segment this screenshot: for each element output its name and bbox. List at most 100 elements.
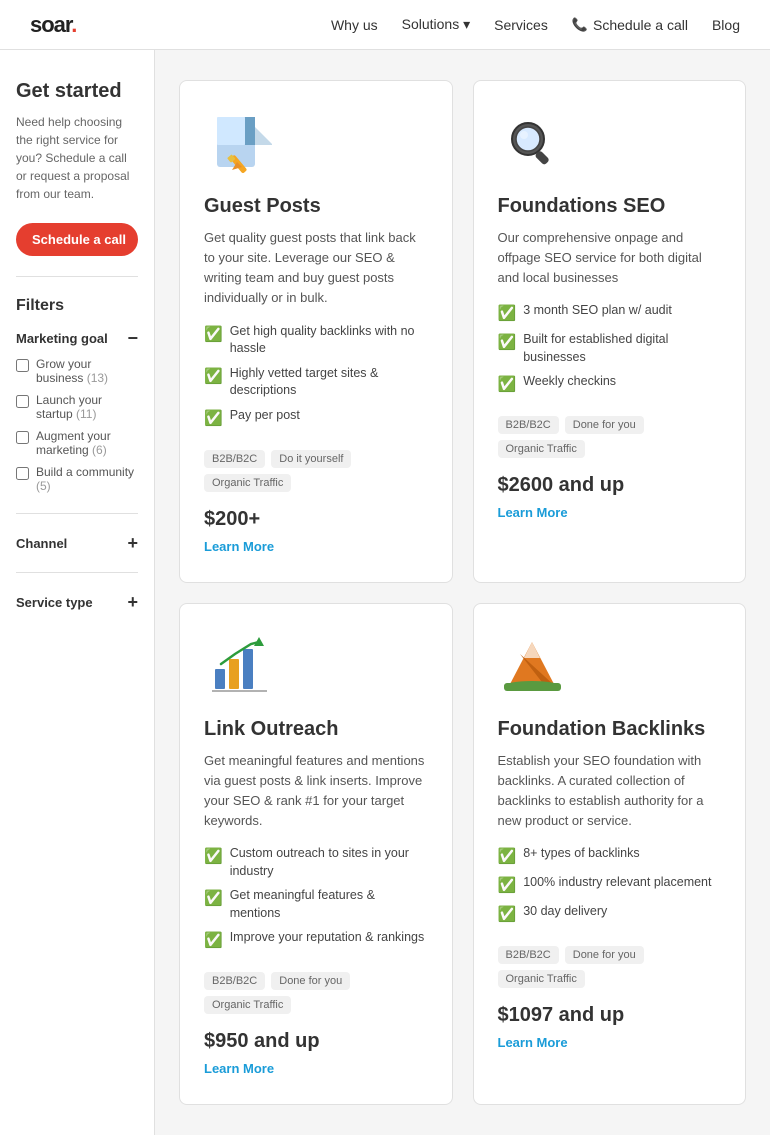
foundation-backlinks-features: ✅8+ types of backlinks ✅100% industry re… — [498, 845, 722, 932]
foundations-seo-feature-3: ✅Weekly checkins — [498, 373, 722, 395]
check-icon-6: ✅ — [498, 374, 517, 395]
nav-blog[interactable]: Blog — [712, 17, 740, 33]
link-outreach-desc: Get meaningful features and mentions via… — [204, 751, 428, 832]
nav-schedule-call[interactable]: 📞 Schedule a call — [572, 17, 688, 33]
nav: Why us Solutions ▾ Services 📞 Schedule a… — [331, 16, 740, 33]
card-link-outreach: Link Outreach Get meaningful features an… — [179, 603, 453, 1106]
guest-posts-desc: Get quality guest posts that link back t… — [204, 228, 428, 309]
link-outreach-feature-1: ✅Custom outreach to sites in your indust… — [204, 845, 428, 880]
filter-service-type-header[interactable]: Service type + — [16, 593, 138, 611]
foundation-backlinks-learn-more[interactable]: Learn More — [498, 1035, 722, 1050]
tag-organic-3: Organic Traffic — [204, 996, 291, 1014]
nav-schedule-label: Schedule a call — [593, 17, 688, 33]
filter-marketing-goal: Marketing goal − Grow your business (13)… — [16, 329, 138, 493]
sidebar-description: Need help choosing the right service for… — [16, 113, 138, 203]
tag-b2b-4: B2B/B2C — [498, 946, 559, 964]
filter-checkbox-grow[interactable] — [16, 359, 29, 372]
filter-label-grow: Grow your business (13) — [36, 357, 138, 385]
nav-solutions[interactable]: Solutions ▾ — [402, 16, 471, 33]
tag-b2b-3: B2B/B2C — [204, 972, 265, 990]
foundations-seo-price: $2600 and up — [498, 474, 722, 497]
card-guest-posts: Guest Posts Get quality guest posts that… — [179, 80, 453, 583]
check-icon-7: ✅ — [204, 846, 223, 867]
sidebar: Get started Need help choosing the right… — [0, 50, 155, 1135]
nav-services[interactable]: Services — [494, 17, 548, 33]
filter-option-community[interactable]: Build a community (5) — [16, 465, 138, 493]
foundations-seo-icon — [498, 109, 568, 179]
tag-done-for-you-2: Done for you — [565, 416, 644, 434]
check-icon-9: ✅ — [204, 930, 223, 951]
cards-grid: Guest Posts Get quality guest posts that… — [179, 80, 746, 1105]
link-outreach-learn-more[interactable]: Learn More — [204, 1061, 428, 1076]
phone-icon: 📞 — [572, 17, 588, 33]
tag-diy: Do it yourself — [271, 450, 351, 468]
foundation-backlinks-title: Foundation Backlinks — [498, 718, 722, 741]
foundation-backlinks-feature-3: ✅30 day delivery — [498, 903, 722, 925]
link-outreach-feature-3: ✅Improve your reputation & rankings — [204, 929, 428, 951]
check-icon-3: ✅ — [204, 408, 223, 429]
filter-checkbox-community[interactable] — [16, 467, 29, 480]
foundations-seo-features: ✅3 month SEO plan w/ audit ✅Built for es… — [498, 302, 722, 402]
filter-checkbox-augment[interactable] — [16, 431, 29, 444]
get-started-title: Get started — [16, 80, 138, 103]
tag-done-for-you-3: Done for you — [271, 972, 350, 990]
tag-done-for-you-4: Done for you — [565, 946, 644, 964]
foundation-backlinks-tags: B2B/B2C Done for you Organic Traffic — [498, 946, 722, 988]
filter-option-launch[interactable]: Launch your startup (11) — [16, 393, 138, 421]
check-icon-11: ✅ — [498, 875, 517, 896]
schedule-call-button[interactable]: Schedule a call — [16, 223, 138, 256]
foundation-backlinks-feature-1: ✅8+ types of backlinks — [498, 845, 722, 867]
divider-2 — [16, 513, 138, 514]
filter-option-augment[interactable]: Augment your marketing (6) — [16, 429, 138, 457]
check-icon-4: ✅ — [498, 303, 517, 324]
check-icon-12: ✅ — [498, 904, 517, 925]
link-outreach-title: Link Outreach — [204, 718, 428, 741]
filter-marketing-goal-toggle[interactable]: − — [127, 329, 138, 347]
filter-label-community: Build a community (5) — [36, 465, 138, 493]
tag-organic-2: Organic Traffic — [498, 440, 585, 458]
tag-organic: Organic Traffic — [204, 474, 291, 492]
guest-posts-learn-more[interactable]: Learn More — [204, 539, 428, 554]
foundation-backlinks-price: $1097 and up — [498, 1004, 722, 1027]
foundations-seo-learn-more[interactable]: Learn More — [498, 505, 722, 520]
filter-marketing-goal-header[interactable]: Marketing goal − — [16, 329, 138, 347]
check-icon-2: ✅ — [204, 366, 223, 387]
guest-posts-title: Guest Posts — [204, 195, 428, 218]
guest-posts-feature-1: ✅Get high quality backlinks with no hass… — [204, 323, 428, 358]
logo-accent: . — [71, 12, 76, 37]
link-outreach-icon — [204, 632, 274, 702]
card-foundation-backlinks: Foundation Backlinks Establish your SEO … — [473, 603, 747, 1106]
filter-marketing-goal-label: Marketing goal — [16, 331, 108, 346]
link-outreach-tags: B2B/B2C Done for you Organic Traffic — [204, 972, 428, 1014]
header: soar. Why us Solutions ▾ Services 📞 Sche… — [0, 0, 770, 50]
filter-channel: Channel + — [16, 534, 138, 552]
divider — [16, 276, 138, 277]
foundations-seo-title: Foundations SEO — [498, 195, 722, 218]
filter-service-type-label: Service type — [16, 595, 93, 610]
filter-checkbox-launch[interactable] — [16, 395, 29, 408]
filter-service-type-toggle[interactable]: + — [127, 593, 138, 611]
filter-channel-header[interactable]: Channel + — [16, 534, 138, 552]
filter-option-grow[interactable]: Grow your business (13) — [16, 357, 138, 385]
logo[interactable]: soar. — [30, 12, 76, 38]
guest-posts-feature-3: ✅Pay per post — [204, 407, 428, 429]
filter-channel-label: Channel — [16, 536, 67, 551]
guest-posts-price: $200+ — [204, 508, 428, 531]
guest-posts-tags: B2B/B2C Do it yourself Organic Traffic — [204, 450, 428, 492]
nav-why-us[interactable]: Why us — [331, 17, 378, 33]
foundations-seo-feature-1: ✅3 month SEO plan w/ audit — [498, 302, 722, 324]
foundation-backlinks-icon — [498, 632, 568, 702]
link-outreach-price: $950 and up — [204, 1030, 428, 1053]
link-outreach-feature-2: ✅Get meaningful features & mentions — [204, 887, 428, 922]
check-icon-10: ✅ — [498, 846, 517, 867]
foundations-seo-tags: B2B/B2C Done for you Organic Traffic — [498, 416, 722, 458]
filter-channel-toggle[interactable]: + — [127, 534, 138, 552]
foundation-backlinks-feature-2: ✅100% industry relevant placement — [498, 874, 722, 896]
foundation-backlinks-desc: Establish your SEO foundation with backl… — [498, 751, 722, 832]
check-icon-8: ✅ — [204, 888, 223, 909]
divider-3 — [16, 572, 138, 573]
filter-label-augment: Augment your marketing (6) — [36, 429, 138, 457]
filter-service-type: Service type + — [16, 593, 138, 611]
filter-label-launch: Launch your startup (11) — [36, 393, 138, 421]
tag-b2b: B2B/B2C — [204, 450, 265, 468]
